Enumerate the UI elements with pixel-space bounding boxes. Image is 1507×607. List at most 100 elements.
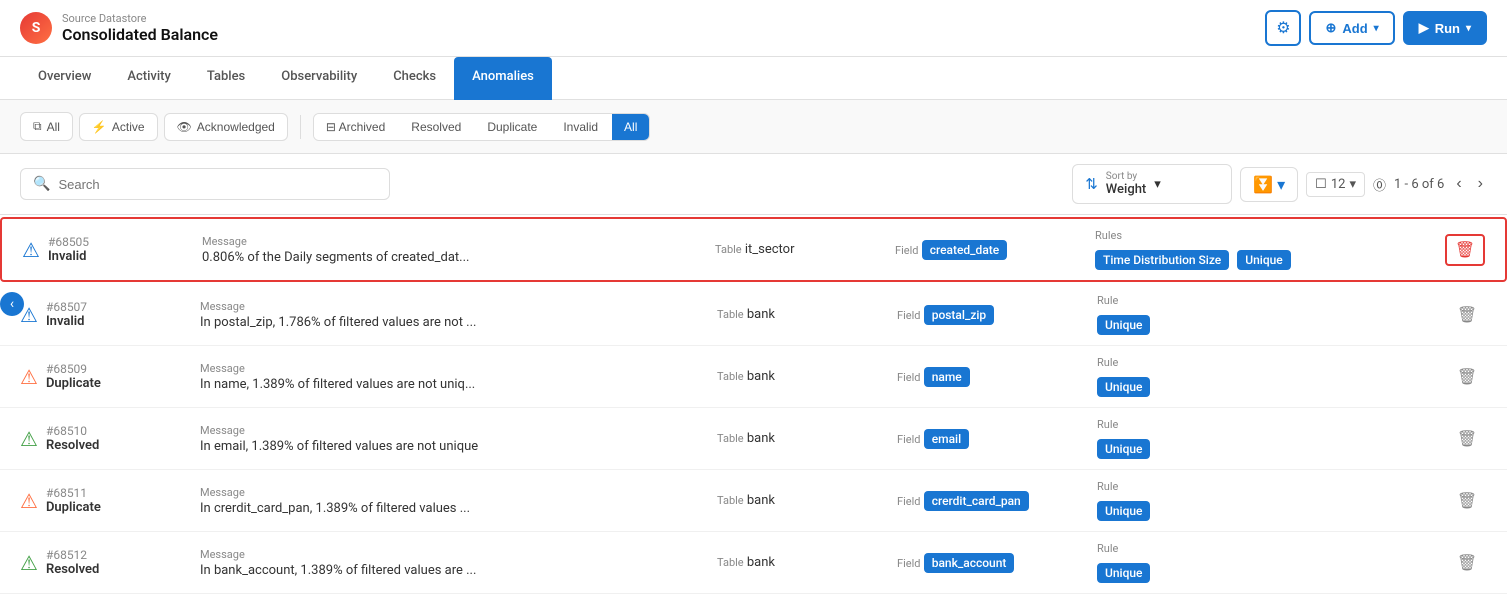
table-row[interactable]: ⚠ #68510 Resolved Message In email, 1.38… bbox=[0, 408, 1507, 470]
table-value: bank bbox=[747, 369, 775, 384]
field-label: Field bbox=[897, 557, 920, 570]
rules-badges: Unique bbox=[1097, 501, 1447, 521]
table-row[interactable]: ⚠ #68509 Duplicate Message In name, 1.38… bbox=[0, 346, 1507, 408]
message-column: Message 0.806% of the Daily segments of … bbox=[202, 235, 715, 265]
brand-logo: S bbox=[20, 12, 52, 44]
table-label: Table bbox=[715, 243, 742, 256]
table-column: Table bank bbox=[717, 369, 897, 384]
add-button[interactable]: ⊕ Add ▾ bbox=[1309, 11, 1394, 45]
delete-button[interactable]: 🗑 bbox=[1447, 487, 1487, 515]
delete-button[interactable]: 🗑 bbox=[1445, 234, 1485, 266]
rule-badge: Unique bbox=[1237, 250, 1290, 270]
table-value: bank bbox=[747, 431, 775, 446]
rules-column: Rule Unique bbox=[1097, 480, 1447, 521]
message-label: Message bbox=[202, 235, 715, 248]
filter-resolved[interactable]: Resolved bbox=[399, 114, 473, 140]
primary-filters: ⧉ All ⚡ Active 👁 Acknowledged bbox=[20, 112, 288, 141]
table-label: Table bbox=[717, 432, 744, 445]
row-id-status: ⚠ #68512 Resolved bbox=[20, 548, 200, 577]
filter-active-label: Active bbox=[112, 120, 145, 134]
settings-button[interactable]: ⚙ bbox=[1265, 10, 1301, 46]
chevron-down-icon: ▾ bbox=[1277, 175, 1285, 194]
field-column: Field name bbox=[897, 367, 1097, 387]
rules-label: Rule bbox=[1097, 294, 1447, 307]
tab-checks[interactable]: Checks bbox=[375, 57, 454, 99]
run-button[interactable]: ▶ Run ▾ bbox=[1403, 11, 1487, 45]
pagination-area: ☐ 12 ▾ ⓪ 1 - 6 of 6 ‹ › bbox=[1306, 172, 1487, 197]
rules-column: Rules Time Distribution SizeUnique bbox=[1095, 229, 1445, 270]
rules-column: Rule Unique bbox=[1097, 542, 1447, 583]
anomaly-status: Duplicate bbox=[46, 376, 101, 391]
table-value: bank bbox=[747, 307, 775, 322]
table-label: Table bbox=[717, 494, 744, 507]
prev-page-button[interactable]: ‹ bbox=[1452, 173, 1465, 195]
message-value: In name, 1.389% of filtered values are n… bbox=[200, 377, 600, 392]
delete-button[interactable]: 🗑 bbox=[1447, 549, 1487, 577]
filter-archived[interactable]: ⊟ Archived bbox=[314, 114, 397, 140]
page-size-selector[interactable]: ☐ 12 ▾ bbox=[1306, 172, 1365, 197]
row-id-info: #68505 Invalid bbox=[48, 235, 89, 264]
table-row[interactable]: ⚠ #68511 Duplicate Message In crerdit_ca… bbox=[0, 470, 1507, 532]
tab-tables[interactable]: Tables bbox=[189, 57, 263, 99]
message-label: Message bbox=[200, 362, 717, 375]
filter-funnel-button[interactable]: ⏬ ▾ bbox=[1240, 167, 1298, 202]
anomaly-id: #68512 bbox=[46, 548, 99, 562]
table-row[interactable]: ⚠ #68507 Invalid Message In postal_zip, … bbox=[0, 284, 1507, 346]
field-badge: created_date bbox=[922, 240, 1008, 260]
sort-icon: ⇅ bbox=[1085, 175, 1098, 193]
delete-button[interactable]: 🗑 bbox=[1447, 363, 1487, 391]
filter-acknowledged[interactable]: 👁 Acknowledged bbox=[164, 113, 288, 141]
rules-label: Rule bbox=[1097, 356, 1447, 369]
rules-badges: Time Distribution SizeUnique bbox=[1095, 250, 1445, 270]
rules-label: Rules bbox=[1095, 229, 1445, 242]
anomaly-status: Duplicate bbox=[46, 500, 101, 515]
chevron-down-icon: ▾ bbox=[1349, 177, 1356, 192]
run-label: Run bbox=[1435, 21, 1460, 36]
delete-button[interactable]: 🗑 bbox=[1447, 425, 1487, 453]
table-row[interactable]: ⚠ #68512 Resolved Message In bank_accoun… bbox=[0, 532, 1507, 594]
rules-badges: Unique bbox=[1097, 377, 1447, 397]
sort-filter-group: ⇅ Sort by Weight ▾ ⏬ ▾ ☐ 12 ▾ ⓪ 1 - 6 of… bbox=[1072, 164, 1487, 204]
brand-title: Consolidated Balance bbox=[62, 25, 218, 44]
filter-invalid[interactable]: Invalid bbox=[551, 114, 610, 140]
filter-all[interactable]: ⧉ All bbox=[20, 112, 73, 141]
page-range-text: 1 - 6 of 6 bbox=[1394, 177, 1444, 192]
eye-icon: 👁 bbox=[177, 120, 192, 134]
message-value: In bank_account, 1.389% of filtered valu… bbox=[200, 563, 600, 578]
tab-anomalies[interactable]: Anomalies bbox=[454, 57, 552, 100]
filter-acknowledged-label: Acknowledged bbox=[197, 120, 275, 134]
filter-duplicate[interactable]: Duplicate bbox=[475, 114, 549, 140]
sort-selector[interactable]: ⇅ Sort by Weight ▾ bbox=[1072, 164, 1232, 204]
filter-active[interactable]: ⚡ Active bbox=[79, 113, 158, 141]
table-label: Table bbox=[717, 556, 744, 569]
message-column: Message In postal_zip, 1.786% of filtere… bbox=[200, 300, 717, 330]
rule-badge: Unique bbox=[1097, 315, 1150, 335]
delete-button[interactable]: 🗑 bbox=[1447, 301, 1487, 329]
tab-observability[interactable]: Observability bbox=[263, 57, 375, 99]
tab-activity[interactable]: Activity bbox=[109, 57, 189, 99]
rules-column: Rule Unique bbox=[1097, 294, 1447, 335]
table-column: Table bank bbox=[717, 307, 897, 322]
back-button[interactable]: ‹ bbox=[0, 292, 24, 316]
field-badge: email bbox=[924, 429, 969, 449]
search-input[interactable] bbox=[58, 177, 377, 192]
rules-badges: Unique bbox=[1097, 315, 1447, 335]
archive-icon: ⊟ bbox=[326, 120, 336, 134]
brand-subtitle: Source Datastore bbox=[62, 12, 218, 25]
sort-by-label: Sort by bbox=[1106, 171, 1146, 182]
next-page-button[interactable]: › bbox=[1474, 173, 1487, 195]
search-sort-bar: 🔍 ⇅ Sort by Weight ▾ ⏬ ▾ ☐ 12 ▾ ⓪ 1 - 6 … bbox=[0, 154, 1507, 215]
table-column: Table it_sector bbox=[715, 242, 895, 257]
row-id-status: ⚠ #68510 Resolved bbox=[20, 424, 200, 453]
table-row[interactable]: ⚠ #68505 Invalid Message 0.806% of the D… bbox=[0, 217, 1507, 282]
field-badge: postal_zip bbox=[924, 305, 994, 325]
search-box[interactable]: 🔍 bbox=[20, 168, 390, 200]
field-column: Field crerdit_card_pan bbox=[897, 491, 1097, 511]
page-range-icon: ⓪ bbox=[1373, 175, 1386, 194]
filter-all-status[interactable]: All bbox=[612, 114, 649, 140]
row-id-status: ⚠ #68505 Invalid bbox=[22, 235, 202, 264]
rules-column: Rule Unique bbox=[1097, 418, 1447, 459]
tab-overview[interactable]: Overview bbox=[20, 57, 109, 99]
field-column: Field email bbox=[897, 429, 1097, 449]
row-id-info: #68512 Resolved bbox=[46, 548, 99, 577]
